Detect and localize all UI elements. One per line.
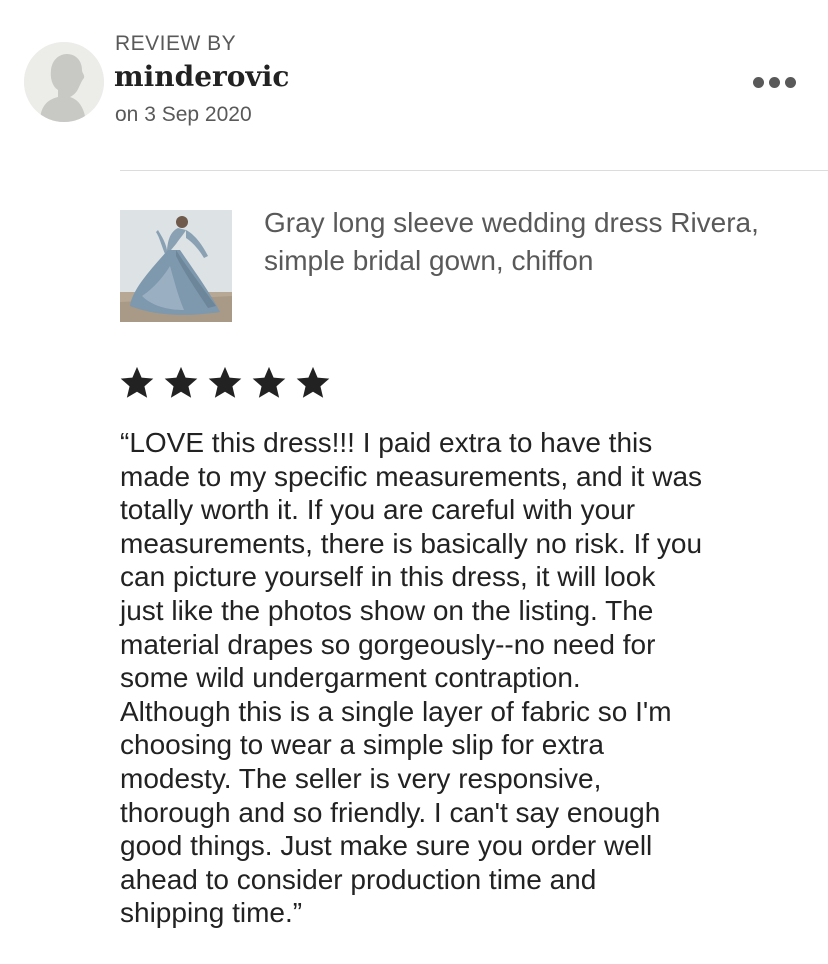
reviewer-name[interactable]: minderovic: [114, 60, 289, 93]
more-options-button[interactable]: [744, 68, 804, 96]
listing-thumbnail[interactable]: [120, 210, 232, 322]
more-options-icon: [768, 76, 780, 88]
more-options-icon: [784, 76, 796, 88]
star-icon: [252, 366, 286, 398]
star-icon: [296, 366, 330, 398]
review-by-label: REVIEW BY: [115, 32, 237, 55]
listing-photo: [120, 210, 232, 322]
star-icon: [208, 366, 242, 398]
star-rating: [118, 364, 332, 402]
more-options-icon: [752, 76, 764, 88]
star-icon: [120, 366, 154, 398]
divider: [120, 170, 828, 171]
review-date: on 3 Sep 2020: [115, 103, 252, 126]
listing-title-link[interactable]: Gray long sleeve wedding dress Rivera, s…: [264, 204, 804, 280]
star-icon: [164, 366, 198, 398]
default-user-avatar-icon: [24, 42, 104, 122]
review-text: “LOVE this dress!!! I paid extra to have…: [120, 427, 703, 929]
reviewer-avatar[interactable]: [24, 42, 104, 122]
